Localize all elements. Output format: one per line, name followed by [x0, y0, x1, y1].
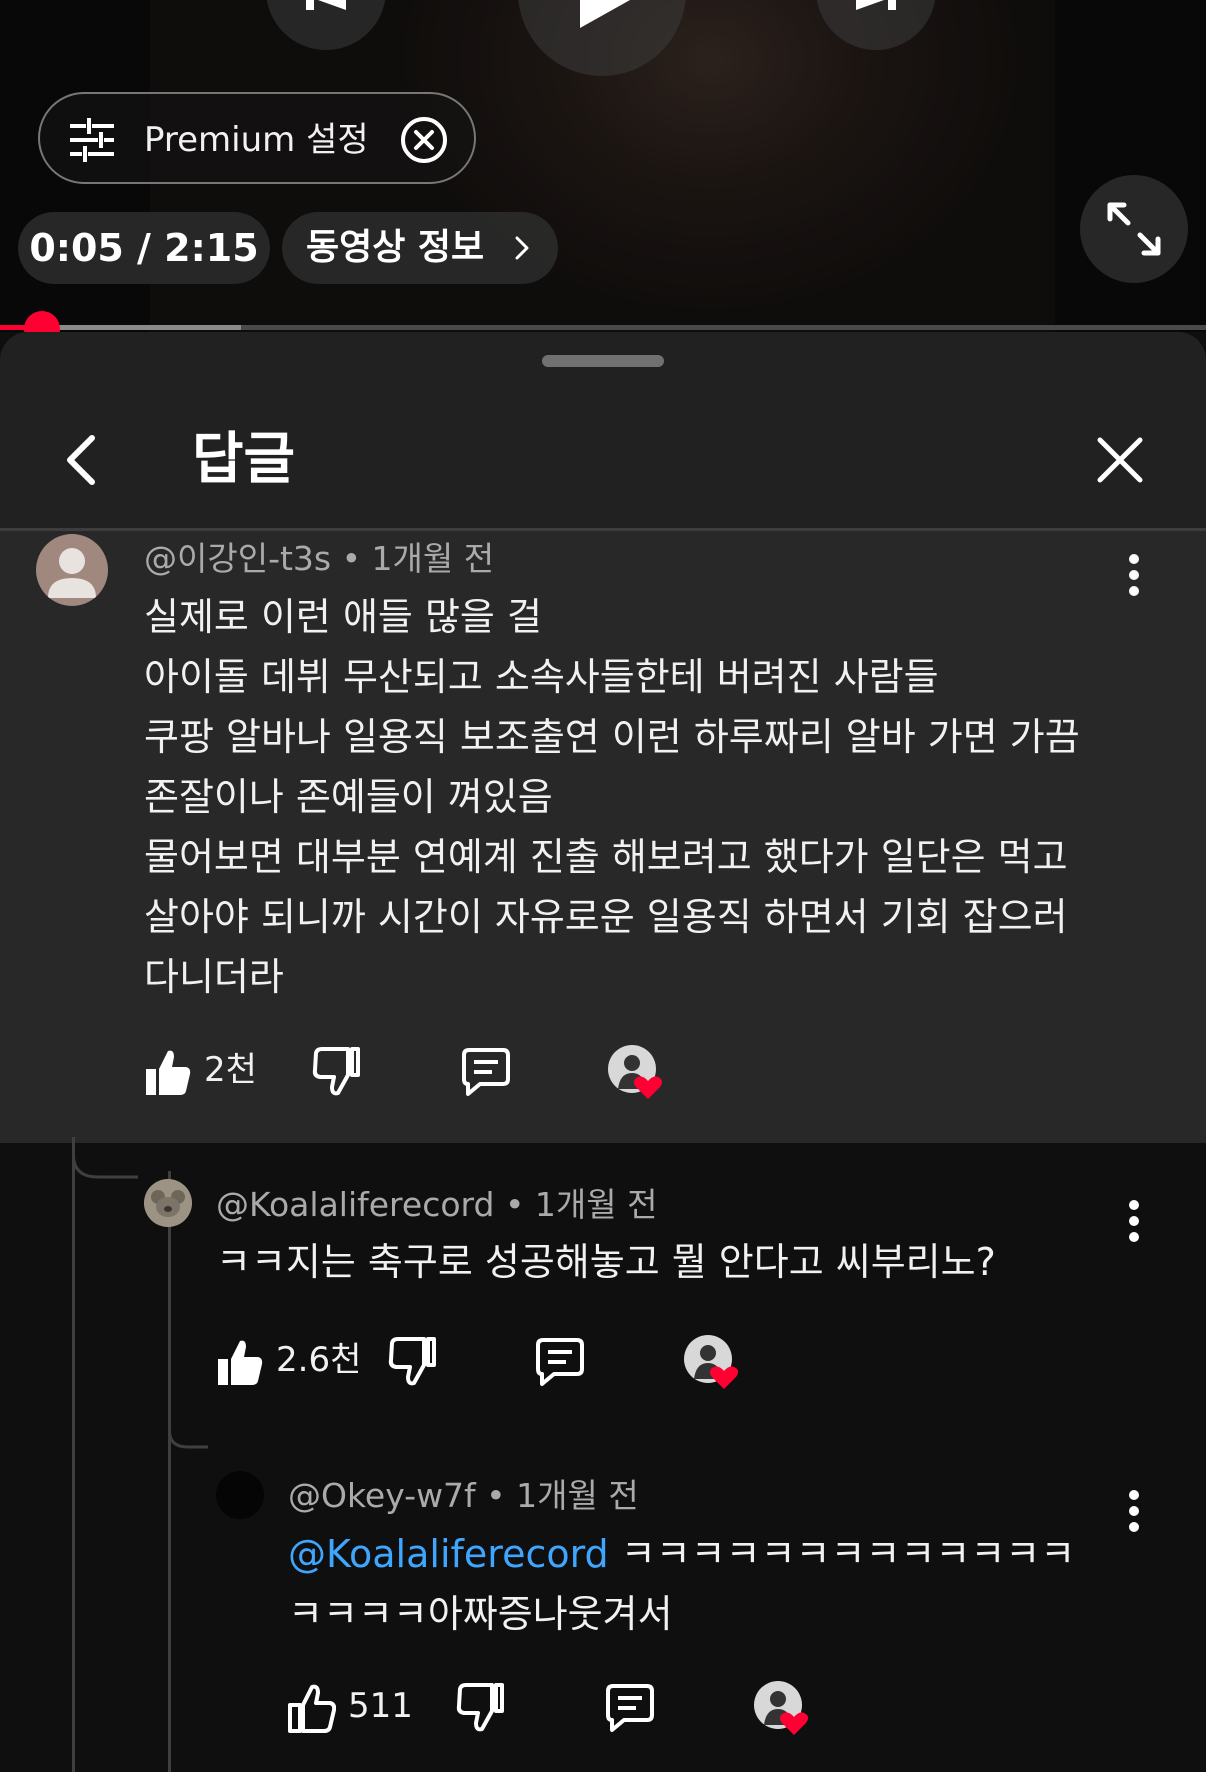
- default-avatar-icon: [48, 548, 96, 598]
- thumb-up-icon[interactable]: [144, 1047, 192, 1097]
- progress-bar[interactable]: [0, 325, 1206, 330]
- previous-icon: [306, 0, 346, 10]
- mention-link[interactable]: @Koalaliferecord: [288, 1532, 609, 1576]
- drag-handle[interactable]: [542, 355, 664, 367]
- comment-text: 실제로 이런 애들 많을 걸 아이돌 데뷔 무산되고 소속사들한테 버려진 사람…: [144, 595, 1080, 999]
- panel-title: 답글: [192, 427, 296, 492]
- back-arrow-icon[interactable]: [54, 432, 110, 488]
- reply-icon[interactable]: [534, 1337, 586, 1387]
- chevron-right-icon: [515, 236, 529, 260]
- avatar[interactable]: [36, 534, 108, 606]
- creator-heart-icon: [754, 1681, 809, 1735]
- thread-connector: [72, 1137, 138, 1179]
- like-count: 511: [348, 1686, 413, 1726]
- avatar[interactable]: [216, 1471, 264, 1519]
- tune-icon: [70, 118, 114, 162]
- premium-settings-chip[interactable]: Premium 설정: [38, 92, 476, 184]
- comment-text-rest: ㅋㅋㅋㅋㅋㅋㅋㅋㅋㅋㅋㅋㅋ: [608, 1532, 1076, 1576]
- comment-meta: @Okey-w7f • 1개월 전: [288, 1476, 639, 1515]
- thumb-up-icon[interactable]: [288, 1683, 336, 1733]
- close-icon[interactable]: [1092, 432, 1148, 488]
- comment-text: ㅋㅋ지는 축구로 성공해놓고 뭘 안다고 씨부리노?: [216, 1240, 996, 1284]
- next-icon: [856, 0, 896, 10]
- like-count: 2천: [204, 1050, 257, 1090]
- koala-avatar-icon: [144, 1179, 192, 1227]
- creator-heart-icon: [608, 1045, 663, 1099]
- like-count: 2.6천: [276, 1340, 362, 1380]
- video-player[interactable]: Premium 설정 0:05 / 2:15 동영상 정보: [0, 0, 1206, 332]
- thumb-up-icon[interactable]: [216, 1337, 264, 1387]
- panel-header: 답글: [0, 392, 1206, 528]
- video-info-label: 동영상 정보: [306, 227, 485, 268]
- premium-settings-label: Premium 설정: [144, 120, 369, 160]
- reply-icon[interactable]: [604, 1683, 656, 1733]
- video-info-chip[interactable]: 동영상 정보: [282, 212, 558, 284]
- thumb-down-icon[interactable]: [456, 1683, 504, 1733]
- thumb-down-icon[interactable]: [388, 1337, 436, 1387]
- thread-connector: [168, 1411, 208, 1449]
- thumb-down-icon[interactable]: [312, 1047, 360, 1097]
- comment-meta: @Koalaliferecord • 1개월 전: [216, 1185, 658, 1224]
- avatar[interactable]: [144, 1179, 192, 1227]
- close-circle-icon[interactable]: [400, 116, 448, 164]
- fullscreen-button[interactable]: [1080, 175, 1188, 283]
- comment-meta: @이강인-t3s • 1개월 전: [144, 539, 495, 578]
- comment-text: @Koalaliferecord ㅋㅋㅋㅋㅋㅋㅋㅋㅋㅋㅋㅋㅋㅋㅋㅋㅋ아짜증나웃겨…: [288, 1524, 1168, 1644]
- comment-text-line2: ㅋㅋㅋㅋ아짜증나웃겨서: [288, 1592, 673, 1636]
- parent-comment: @이강인-t3s • 1개월 전 실제로 이런 애들 많을 걸 아이돌 데뷔 무…: [0, 531, 1206, 1143]
- play-icon: [580, 0, 630, 28]
- fullscreen-icon: [1107, 202, 1161, 256]
- thread-line: [168, 1171, 171, 1772]
- creator-heart-icon: [684, 1335, 739, 1389]
- reply-icon[interactable]: [460, 1047, 512, 1097]
- comment-thread: @이강인-t3s • 1개월 전 실제로 이런 애들 많을 걸 아이돌 데뷔 무…: [0, 531, 1206, 1772]
- time-display[interactable]: 0:05 / 2:15: [18, 212, 270, 284]
